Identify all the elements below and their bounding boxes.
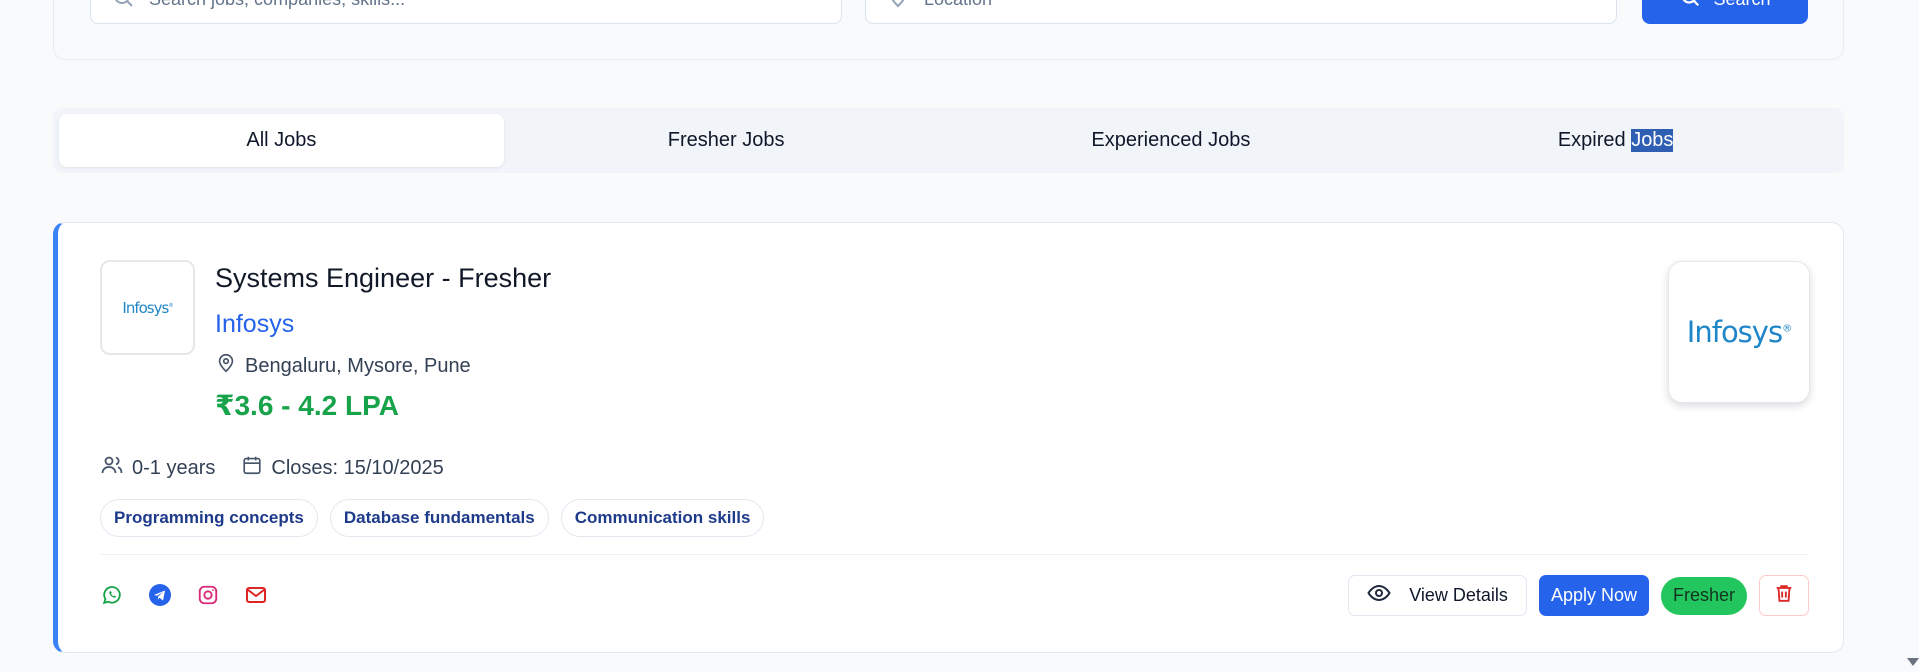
skill-tag: Database fundamentals bbox=[329, 499, 549, 537]
view-details-label: View Details bbox=[1409, 585, 1508, 605]
scroll-down-arrow-icon[interactable] bbox=[1907, 658, 1919, 666]
skill-tag: Communication skills bbox=[560, 499, 765, 537]
delete-button[interactable] bbox=[1759, 575, 1809, 616]
job-type-badge: Fresher bbox=[1660, 576, 1747, 615]
job-title: Systems Engineer - Fresher bbox=[215, 263, 552, 293]
tab-expired-label-selected: Jobs bbox=[1631, 129, 1674, 152]
company-name[interactable]: Infosys bbox=[215, 310, 294, 339]
view-details-button[interactable]: View Details bbox=[1348, 575, 1527, 616]
scrollbar[interactable] bbox=[1905, 0, 1919, 672]
tab-expired-jobs[interactable]: Expired Jobs bbox=[1393, 114, 1838, 167]
company-logo-large: Infosys® bbox=[1668, 261, 1810, 403]
infosys-logo-text: Infosys® bbox=[1686, 315, 1792, 349]
share-icons bbox=[100, 583, 268, 607]
job-filter-tabs: All Jobs Fresher Jobs Experienced Jobs E… bbox=[53, 108, 1844, 173]
apply-now-button[interactable]: Apply Now bbox=[1538, 575, 1649, 616]
tab-all-jobs[interactable]: All Jobs bbox=[59, 114, 504, 167]
search-icon bbox=[1679, 0, 1701, 13]
map-pin-icon bbox=[215, 352, 237, 380]
skill-tag: Programming concepts bbox=[100, 499, 318, 537]
closing-date-text: Closes: 15/10/2025 bbox=[271, 456, 444, 479]
tab-fresher-jobs[interactable]: Fresher Jobs bbox=[504, 114, 949, 167]
location-text: Bengaluru, Mysore, Pune bbox=[245, 354, 471, 377]
job-card: Infosys® Systems Engineer - Fresher Info… bbox=[53, 222, 1844, 653]
experience-text: 0-1 years bbox=[132, 456, 216, 479]
search-icon bbox=[111, 0, 135, 14]
closing-date: Closes: 15/10/2025 bbox=[241, 453, 444, 483]
keyword-placeholder: Search jobs, companies, skills... bbox=[149, 0, 405, 10]
page: Search jobs, companies, skills... Locati… bbox=[0, 0, 1905, 672]
telegram-icon[interactable] bbox=[148, 583, 172, 607]
job-actions: View Details Apply Now Fresher bbox=[1348, 575, 1809, 616]
job-location: Bengaluru, Mysore, Pune bbox=[215, 352, 471, 380]
infosys-logo-text: Infosys® bbox=[122, 298, 173, 317]
whatsapp-icon[interactable] bbox=[100, 583, 124, 607]
experience: 0-1 years bbox=[100, 453, 215, 483]
mail-icon[interactable] bbox=[244, 583, 268, 607]
salary: ₹3.6 - 4.2 LPA bbox=[215, 390, 399, 421]
keyword-search-input[interactable]: Search jobs, companies, skills... bbox=[90, 0, 842, 24]
trash-icon bbox=[1773, 582, 1795, 609]
calendar-icon bbox=[241, 454, 263, 482]
search-panel: Search jobs, companies, skills... Locati… bbox=[53, 0, 1844, 60]
location-input[interactable]: Location bbox=[865, 0, 1617, 24]
search-button-label: Search bbox=[1713, 0, 1770, 10]
location-placeholder: Location bbox=[924, 0, 992, 10]
skills-list: Programming concepts Database fundamenta… bbox=[100, 499, 765, 537]
tab-expired-label-prefix: Expired bbox=[1557, 129, 1632, 151]
map-pin-icon bbox=[886, 0, 910, 14]
search-button[interactable]: Search bbox=[1642, 0, 1808, 24]
tab-experienced-jobs[interactable]: Experienced Jobs bbox=[949, 114, 1394, 167]
eye-icon bbox=[1367, 581, 1391, 610]
divider bbox=[100, 554, 1809, 555]
job-meta: 0-1 years Closes: 15/10/2025 bbox=[100, 453, 444, 483]
users-icon bbox=[100, 453, 124, 483]
company-logo: Infosys® bbox=[100, 260, 195, 355]
instagram-icon[interactable] bbox=[196, 583, 220, 607]
